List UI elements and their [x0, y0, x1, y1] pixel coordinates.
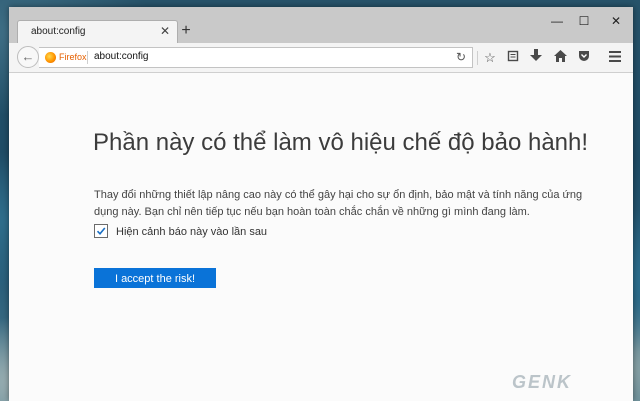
close-button[interactable]: ✕ [603, 13, 629, 29]
warning-description: Thay đổi những thiết lập nâng cao này có… [94, 189, 583, 218]
new-tab-icon[interactable]: + [177, 22, 195, 40]
warning-title: Phần này có thể làm vô hiệu chế độ bảo h… [93, 129, 589, 156]
toolbar-separator [477, 51, 478, 65]
url-bar[interactable]: Firefox about:config ↻ [39, 47, 473, 68]
navigation-toolbar: ← Firefox about:config ↻ ☆ [9, 43, 633, 73]
firefox-logo-icon [45, 52, 56, 63]
browser-window: about:config ✕ + — ☐ ✕ ← Firefox about:c… [9, 7, 633, 401]
pocket-icon[interactable] [575, 49, 593, 67]
tab-close-icon[interactable]: ✕ [160, 24, 170, 38]
menu-icon[interactable] [606, 49, 624, 67]
download-icon[interactable] [527, 49, 545, 67]
reload-icon[interactable]: ↻ [456, 50, 466, 64]
show-warning-label[interactable]: Hiện cảnh báo này vào lần sau [116, 226, 267, 238]
checkmark-icon [96, 227, 106, 236]
back-icon[interactable]: ← [17, 46, 39, 68]
url-separator [87, 51, 88, 64]
url-text[interactable]: about:config [94, 51, 149, 62]
genk-watermark: GENK [512, 372, 573, 392]
title-bar: about:config ✕ + — ☐ ✕ [9, 7, 633, 43]
identity-label: Firefox [59, 52, 87, 62]
warning-page: Phần này có thể làm vô hiệu chế độ bảo h… [9, 73, 633, 401]
tab-title: about:config [31, 26, 86, 37]
tab-about-config[interactable]: about:config ✕ [17, 20, 178, 43]
show-warning-checkbox[interactable] [94, 224, 108, 238]
home-icon[interactable] [551, 49, 569, 67]
bookmark-star-icon[interactable]: ☆ [481, 49, 499, 67]
minimize-button[interactable]: — [544, 13, 570, 29]
maximize-button[interactable]: ☐ [571, 13, 597, 29]
reading-list-icon[interactable] [504, 49, 522, 67]
accept-risk-button[interactable]: I accept the risk! [94, 268, 216, 288]
